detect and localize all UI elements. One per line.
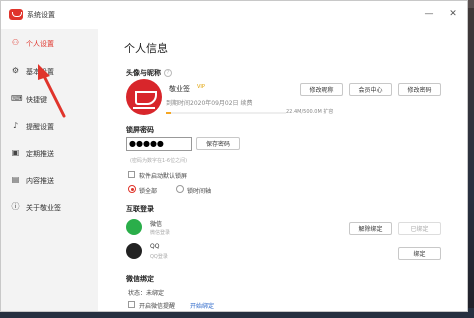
start-bind-link[interactable]: 开始绑定 (190, 301, 214, 310)
qq-icon (126, 243, 142, 259)
section-title-wechat-bind: 微信绑定 (126, 275, 154, 283)
wechat-reminder-label: 开启微信提醒 (139, 303, 176, 310)
page-title: 个人信息 (124, 42, 168, 55)
wechat-reminder-checkbox[interactable] (128, 301, 135, 308)
sidebar-item-label: 定期推送 (26, 150, 54, 158)
minimize-icon[interactable]: — (421, 7, 437, 21)
sidebar-item-label: 个人设置 (26, 40, 54, 48)
bind-qq-button[interactable]: 绑定 (398, 247, 441, 260)
sidebar-item-scheduled-push[interactable]: ▣ 定期推送 (1, 143, 98, 163)
sidebar-item-label: 基本设置 (26, 68, 54, 76)
sidebar-item-shortcuts[interactable]: ⌨ 快捷键 (1, 89, 98, 109)
radio-lock-all[interactable] (128, 185, 136, 193)
title-bar[interactable]: 系统设置 — ✕ (1, 1, 467, 29)
expire-date: 到期时间2020年09月02日 续费 (166, 100, 253, 107)
storage-bar (166, 112, 286, 114)
section-title-social: 互联登录 (126, 205, 154, 213)
wechat-bound-button: 已绑定 (398, 222, 441, 235)
section-title-profile: 头像与昵称? (126, 68, 172, 78)
change-password-button[interactable]: 修改密码 (398, 83, 441, 96)
radio-lock-timeline[interactable] (176, 185, 184, 193)
sidebar-item-label: 快捷键 (26, 96, 47, 104)
lock-password-input[interactable]: ●●●●● (126, 137, 192, 151)
bell-icon: ♪ (12, 121, 19, 130)
sidebar-item-about[interactable]: ⓘ 关于敬业签 (1, 197, 98, 217)
qq-name: QQ (150, 243, 160, 250)
wechat-bind-status: 状态：未绑定 (128, 290, 165, 297)
avatar[interactable] (126, 79, 162, 115)
app-logo-icon (9, 9, 23, 20)
sidebar-item-reminder[interactable]: ♪ 提醒设置 (1, 116, 98, 136)
radio-lock-timeline-label: 锁时间轴 (187, 188, 212, 195)
section-title-lock: 锁屏密码 (126, 126, 154, 134)
push-icon: ▣ (11, 148, 20, 157)
vip-badge: VIP (197, 84, 205, 90)
auto-lock-label: 软件启动默认锁屏 (139, 173, 188, 180)
content-push-icon: ▤ (11, 175, 20, 184)
wechat-icon (126, 219, 142, 235)
sidebar-item-label: 关于敬业签 (26, 204, 61, 212)
radio-lock-all-label: 锁全部 (139, 188, 158, 195)
wechat-status: 微信登录 (150, 230, 171, 236)
member-center-button[interactable]: 会员中心 (349, 83, 392, 96)
qq-status: QQ登录 (150, 254, 168, 260)
keyboard-icon: ⌨ (11, 94, 23, 103)
sidebar-item-basic[interactable]: ⚙ 基本设置 (1, 61, 98, 81)
unbind-wechat-button[interactable]: 解除绑定 (349, 222, 392, 235)
save-password-button[interactable]: 保存密码 (196, 137, 240, 150)
sidebar-item-label: 内容推送 (26, 177, 54, 185)
auto-lock-checkbox[interactable] (128, 171, 135, 178)
password-hint: (密码为数字在1-6位之间) (130, 158, 188, 164)
settings-window: 系统设置 — ✕ ⚇ 个人设置 ⚙ 基本设置 ⌨ 快捷键 ♪ 提醒设置 ▣ 定期… (0, 0, 468, 312)
close-icon[interactable]: ✕ (445, 7, 461, 21)
storage-usage: 22.4M/500.0M 扩容 (286, 109, 334, 115)
storage-bar-fill (166, 112, 172, 114)
edit-nickname-button[interactable]: 修改昵称 (300, 83, 343, 96)
sidebar-item-content-push[interactable]: ▤ 内容推送 (1, 170, 98, 190)
gear-icon: ⚙ (11, 66, 20, 75)
wechat-name: 微信 (150, 221, 163, 228)
sidebar: ⚇ 个人设置 ⚙ 基本设置 ⌨ 快捷键 ♪ 提醒设置 ▣ 定期推送 ▤ 内容推送… (1, 29, 98, 311)
window-title: 系统设置 (27, 11, 55, 19)
sidebar-item-label: 提醒设置 (26, 123, 54, 131)
main-panel: 个人信息 头像与昵称? 敬业签 VIP 到期时间2020年09月02日 续费 2… (98, 29, 467, 311)
sidebar-item-personal[interactable]: ⚇ 个人设置 (1, 33, 98, 53)
user-icon: ⚇ (11, 38, 20, 47)
info-icon: ⓘ (11, 202, 20, 211)
nickname: 敬业签 (169, 85, 190, 93)
help-icon[interactable]: ? (164, 69, 172, 77)
